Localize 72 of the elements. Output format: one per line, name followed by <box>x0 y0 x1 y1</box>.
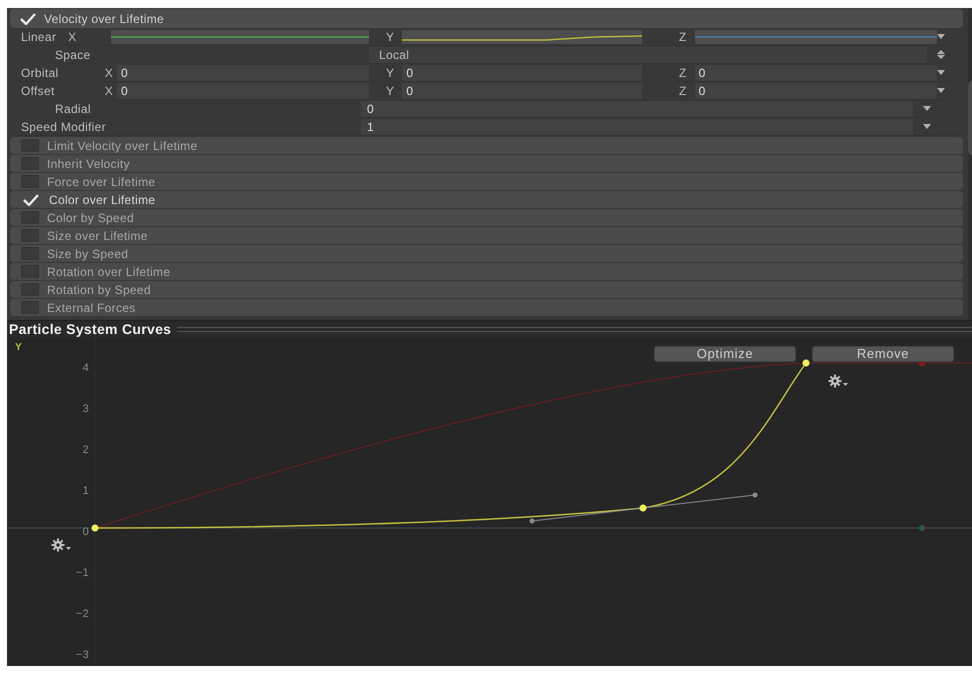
module-title: Rotation over Lifetime <box>47 264 170 280</box>
dropdown-arrow-icon[interactable] <box>936 34 945 39</box>
module-title: Color over Lifetime <box>49 192 156 208</box>
axis-label: X <box>68 28 76 46</box>
number-field[interactable]: 0 <box>402 64 642 80</box>
module-title: Rotation by Speed <box>47 282 151 298</box>
checkmark-icon[interactable] <box>20 12 36 24</box>
number-field[interactable]: 0 <box>361 100 913 116</box>
number-field[interactable]: 0 <box>117 64 369 80</box>
axis-tick-label: 4 <box>82 361 89 375</box>
axis-tick-label: 3 <box>82 402 89 416</box>
dropdown-arrow-icon[interactable] <box>923 124 931 129</box>
dropdown-arrow-icon[interactable] <box>936 70 945 75</box>
property-label: Speed Modifier <box>21 118 106 136</box>
checkmark-icon[interactable] <box>23 194 39 206</box>
gear-icon[interactable] <box>51 538 73 552</box>
axis-name: Y <box>15 341 22 355</box>
dropdown-arrow-icon[interactable] <box>923 106 931 111</box>
panel-title: Particle System Curves <box>9 320 172 339</box>
property-label: Linear <box>21 28 56 46</box>
axis-label: X <box>104 82 113 100</box>
module-header[interactable]: Color over Lifetime <box>10 191 963 208</box>
dropdown-field[interactable]: Local <box>369 46 927 62</box>
module-title: Inherit Velocity <box>47 156 130 172</box>
curve-preview-field[interactable] <box>402 30 642 44</box>
axis-label: Y <box>386 64 394 82</box>
property-label: Orbital <box>21 64 58 82</box>
module-header[interactable]: Size by Speed <box>10 245 963 262</box>
module-header[interactable]: Velocity over Lifetime <box>10 9 963 28</box>
number-field[interactable]: 1 <box>361 118 913 134</box>
module-header[interactable]: Rotation by Speed <box>10 281 963 298</box>
axis-label: Y <box>386 82 394 100</box>
module-title: Size over Lifetime <box>47 228 148 244</box>
gear-icon[interactable] <box>828 374 850 388</box>
axis-tick-label: −3 <box>76 648 89 662</box>
property-label: Offset <box>21 82 55 100</box>
axis-tick-label: 1 <box>82 484 89 498</box>
updown-arrow-icon[interactable] <box>936 50 945 59</box>
module-title: External Forces <box>47 300 136 316</box>
module-header[interactable]: Inherit Velocity <box>10 155 963 172</box>
number-field[interactable]: 0 <box>402 82 642 98</box>
curve-preview-field[interactable] <box>694 30 937 44</box>
axis-tick-label: 0 <box>82 525 89 539</box>
module-header[interactable]: Size over Lifetime <box>10 227 963 244</box>
module-header[interactable]: Force over Lifetime <box>10 173 963 190</box>
dropdown-arrow-icon[interactable] <box>936 88 945 93</box>
axis-label: Z <box>679 28 687 46</box>
number-field[interactable]: 0 <box>117 82 369 98</box>
module-header[interactable]: Limit Velocity over Lifetime <box>10 137 963 154</box>
axis-label: Y <box>386 28 394 46</box>
property-label: Radial <box>54 100 91 118</box>
axis-tick-label: −2 <box>76 607 89 621</box>
curve-editor[interactable]: 4 3 2 1 0 −1 −2 −3 Y Optimize Remove <box>7 338 972 666</box>
axis-label: Z <box>679 64 687 82</box>
axis-label: Z <box>679 82 687 100</box>
curve-preview-field[interactable] <box>111 30 369 44</box>
axis-tick-label: −1 <box>76 566 89 580</box>
module-title: Force over Lifetime <box>47 174 156 190</box>
module-header[interactable]: Rotation over Lifetime <box>10 263 963 280</box>
axis-label: X <box>104 64 113 82</box>
module-title: Size by Speed <box>47 246 128 262</box>
curve-button[interactable]: Optimize <box>654 346 796 362</box>
module-title: Velocity over Lifetime <box>44 10 164 28</box>
module-header[interactable]: Color by Speed <box>10 209 963 226</box>
module-title: Limit Velocity over Lifetime <box>47 138 198 154</box>
module-title: Color by Speed <box>47 210 134 226</box>
number-field[interactable]: 0 <box>694 82 937 98</box>
curve-button[interactable]: Remove <box>812 346 954 362</box>
number-field[interactable]: 0 <box>694 64 937 80</box>
property-label: Space <box>54 46 91 64</box>
module-header[interactable]: External Forces <box>10 299 963 316</box>
axis-tick-label: 2 <box>82 443 89 457</box>
